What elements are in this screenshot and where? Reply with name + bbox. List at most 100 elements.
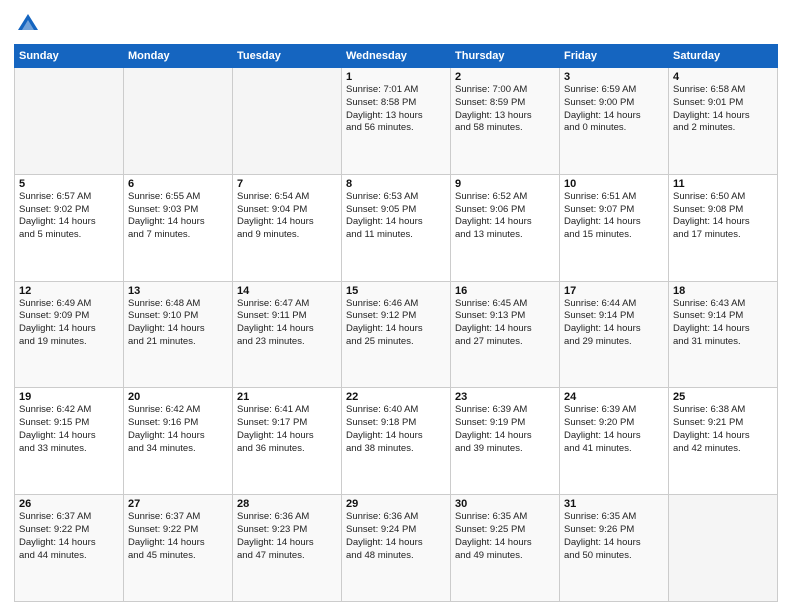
calendar-cell <box>233 68 342 175</box>
day-number: 8 <box>346 178 446 190</box>
day-number: 31 <box>564 498 664 510</box>
calendar-cell: 17Sunrise: 6:44 AMSunset: 9:14 PMDayligh… <box>560 281 669 388</box>
calendar-week-1: 5Sunrise: 6:57 AMSunset: 9:02 PMDaylight… <box>15 174 778 281</box>
calendar-cell: 25Sunrise: 6:38 AMSunset: 9:21 PMDayligh… <box>669 388 778 495</box>
weekday-header-tuesday: Tuesday <box>233 45 342 68</box>
calendar-week-2: 12Sunrise: 6:49 AMSunset: 9:09 PMDayligh… <box>15 281 778 388</box>
day-info: Sunrise: 6:52 AMSunset: 9:06 PMDaylight:… <box>455 191 555 242</box>
day-info: Sunrise: 6:39 AMSunset: 9:19 PMDaylight:… <box>455 404 555 455</box>
weekday-header-friday: Friday <box>560 45 669 68</box>
calendar-cell: 10Sunrise: 6:51 AMSunset: 9:07 PMDayligh… <box>560 174 669 281</box>
calendar-cell: 16Sunrise: 6:45 AMSunset: 9:13 PMDayligh… <box>451 281 560 388</box>
calendar-cell: 22Sunrise: 6:40 AMSunset: 9:18 PMDayligh… <box>342 388 451 495</box>
day-number: 21 <box>237 391 337 403</box>
day-number: 22 <box>346 391 446 403</box>
weekday-header-monday: Monday <box>124 45 233 68</box>
day-number: 17 <box>564 285 664 297</box>
day-info: Sunrise: 6:45 AMSunset: 9:13 PMDaylight:… <box>455 298 555 349</box>
calendar-cell: 11Sunrise: 6:50 AMSunset: 9:08 PMDayligh… <box>669 174 778 281</box>
day-info: Sunrise: 6:55 AMSunset: 9:03 PMDaylight:… <box>128 191 228 242</box>
weekday-header-thursday: Thursday <box>451 45 560 68</box>
day-info: Sunrise: 6:54 AMSunset: 9:04 PMDaylight:… <box>237 191 337 242</box>
calendar-cell: 3Sunrise: 6:59 AMSunset: 9:00 PMDaylight… <box>560 68 669 175</box>
calendar-cell: 4Sunrise: 6:58 AMSunset: 9:01 PMDaylight… <box>669 68 778 175</box>
day-info: Sunrise: 6:47 AMSunset: 9:11 PMDaylight:… <box>237 298 337 349</box>
day-number: 10 <box>564 178 664 190</box>
calendar: SundayMondayTuesdayWednesdayThursdayFrid… <box>14 44 778 602</box>
day-info: Sunrise: 6:53 AMSunset: 9:05 PMDaylight:… <box>346 191 446 242</box>
logo-icon <box>14 10 42 38</box>
calendar-cell: 20Sunrise: 6:42 AMSunset: 9:16 PMDayligh… <box>124 388 233 495</box>
weekday-header-row: SundayMondayTuesdayWednesdayThursdayFrid… <box>15 45 778 68</box>
calendar-cell <box>15 68 124 175</box>
day-info: Sunrise: 6:50 AMSunset: 9:08 PMDaylight:… <box>673 191 773 242</box>
calendar-cell: 18Sunrise: 6:43 AMSunset: 9:14 PMDayligh… <box>669 281 778 388</box>
day-info: Sunrise: 6:41 AMSunset: 9:17 PMDaylight:… <box>237 404 337 455</box>
calendar-cell: 31Sunrise: 6:35 AMSunset: 9:26 PMDayligh… <box>560 495 669 602</box>
day-info: Sunrise: 6:38 AMSunset: 9:21 PMDaylight:… <box>673 404 773 455</box>
day-info: Sunrise: 6:58 AMSunset: 9:01 PMDaylight:… <box>673 84 773 135</box>
calendar-cell: 7Sunrise: 6:54 AMSunset: 9:04 PMDaylight… <box>233 174 342 281</box>
calendar-cell <box>124 68 233 175</box>
logo <box>14 10 46 38</box>
day-info: Sunrise: 6:35 AMSunset: 9:25 PMDaylight:… <box>455 511 555 562</box>
calendar-week-0: 1Sunrise: 7:01 AMSunset: 8:58 PMDaylight… <box>15 68 778 175</box>
calendar-cell: 19Sunrise: 6:42 AMSunset: 9:15 PMDayligh… <box>15 388 124 495</box>
calendar-cell: 24Sunrise: 6:39 AMSunset: 9:20 PMDayligh… <box>560 388 669 495</box>
calendar-cell: 12Sunrise: 6:49 AMSunset: 9:09 PMDayligh… <box>15 281 124 388</box>
calendar-cell: 15Sunrise: 6:46 AMSunset: 9:12 PMDayligh… <box>342 281 451 388</box>
calendar-cell: 1Sunrise: 7:01 AMSunset: 8:58 PMDaylight… <box>342 68 451 175</box>
day-info: Sunrise: 6:39 AMSunset: 9:20 PMDaylight:… <box>564 404 664 455</box>
day-number: 1 <box>346 71 446 83</box>
day-info: Sunrise: 6:42 AMSunset: 9:15 PMDaylight:… <box>19 404 119 455</box>
day-info: Sunrise: 6:36 AMSunset: 9:23 PMDaylight:… <box>237 511 337 562</box>
day-info: Sunrise: 6:43 AMSunset: 9:14 PMDaylight:… <box>673 298 773 349</box>
calendar-cell: 29Sunrise: 6:36 AMSunset: 9:24 PMDayligh… <box>342 495 451 602</box>
page: SundayMondayTuesdayWednesdayThursdayFrid… <box>0 0 792 612</box>
day-number: 23 <box>455 391 555 403</box>
day-info: Sunrise: 6:37 AMSunset: 9:22 PMDaylight:… <box>19 511 119 562</box>
calendar-cell: 13Sunrise: 6:48 AMSunset: 9:10 PMDayligh… <box>124 281 233 388</box>
day-number: 7 <box>237 178 337 190</box>
calendar-cell <box>669 495 778 602</box>
day-number: 9 <box>455 178 555 190</box>
day-info: Sunrise: 6:37 AMSunset: 9:22 PMDaylight:… <box>128 511 228 562</box>
calendar-cell: 14Sunrise: 6:47 AMSunset: 9:11 PMDayligh… <box>233 281 342 388</box>
calendar-cell: 21Sunrise: 6:41 AMSunset: 9:17 PMDayligh… <box>233 388 342 495</box>
day-number: 12 <box>19 285 119 297</box>
calendar-cell: 6Sunrise: 6:55 AMSunset: 9:03 PMDaylight… <box>124 174 233 281</box>
day-number: 4 <box>673 71 773 83</box>
weekday-header-saturday: Saturday <box>669 45 778 68</box>
day-number: 6 <box>128 178 228 190</box>
day-number: 18 <box>673 285 773 297</box>
day-number: 15 <box>346 285 446 297</box>
day-info: Sunrise: 6:44 AMSunset: 9:14 PMDaylight:… <box>564 298 664 349</box>
day-info: Sunrise: 6:36 AMSunset: 9:24 PMDaylight:… <box>346 511 446 562</box>
day-number: 3 <box>564 71 664 83</box>
day-number: 11 <box>673 178 773 190</box>
day-info: Sunrise: 6:57 AMSunset: 9:02 PMDaylight:… <box>19 191 119 242</box>
weekday-header-sunday: Sunday <box>15 45 124 68</box>
day-number: 14 <box>237 285 337 297</box>
day-number: 30 <box>455 498 555 510</box>
day-number: 20 <box>128 391 228 403</box>
calendar-cell: 26Sunrise: 6:37 AMSunset: 9:22 PMDayligh… <box>15 495 124 602</box>
calendar-cell: 9Sunrise: 6:52 AMSunset: 9:06 PMDaylight… <box>451 174 560 281</box>
calendar-cell: 2Sunrise: 7:00 AMSunset: 8:59 PMDaylight… <box>451 68 560 175</box>
calendar-cell: 30Sunrise: 6:35 AMSunset: 9:25 PMDayligh… <box>451 495 560 602</box>
day-number: 28 <box>237 498 337 510</box>
day-info: Sunrise: 7:01 AMSunset: 8:58 PMDaylight:… <box>346 84 446 135</box>
day-number: 27 <box>128 498 228 510</box>
day-number: 26 <box>19 498 119 510</box>
day-info: Sunrise: 6:51 AMSunset: 9:07 PMDaylight:… <box>564 191 664 242</box>
day-info: Sunrise: 6:42 AMSunset: 9:16 PMDaylight:… <box>128 404 228 455</box>
calendar-cell: 23Sunrise: 6:39 AMSunset: 9:19 PMDayligh… <box>451 388 560 495</box>
day-info: Sunrise: 6:35 AMSunset: 9:26 PMDaylight:… <box>564 511 664 562</box>
day-number: 2 <box>455 71 555 83</box>
day-info: Sunrise: 6:40 AMSunset: 9:18 PMDaylight:… <box>346 404 446 455</box>
day-number: 16 <box>455 285 555 297</box>
calendar-cell: 28Sunrise: 6:36 AMSunset: 9:23 PMDayligh… <box>233 495 342 602</box>
day-info: Sunrise: 6:46 AMSunset: 9:12 PMDaylight:… <box>346 298 446 349</box>
day-number: 13 <box>128 285 228 297</box>
calendar-week-4: 26Sunrise: 6:37 AMSunset: 9:22 PMDayligh… <box>15 495 778 602</box>
